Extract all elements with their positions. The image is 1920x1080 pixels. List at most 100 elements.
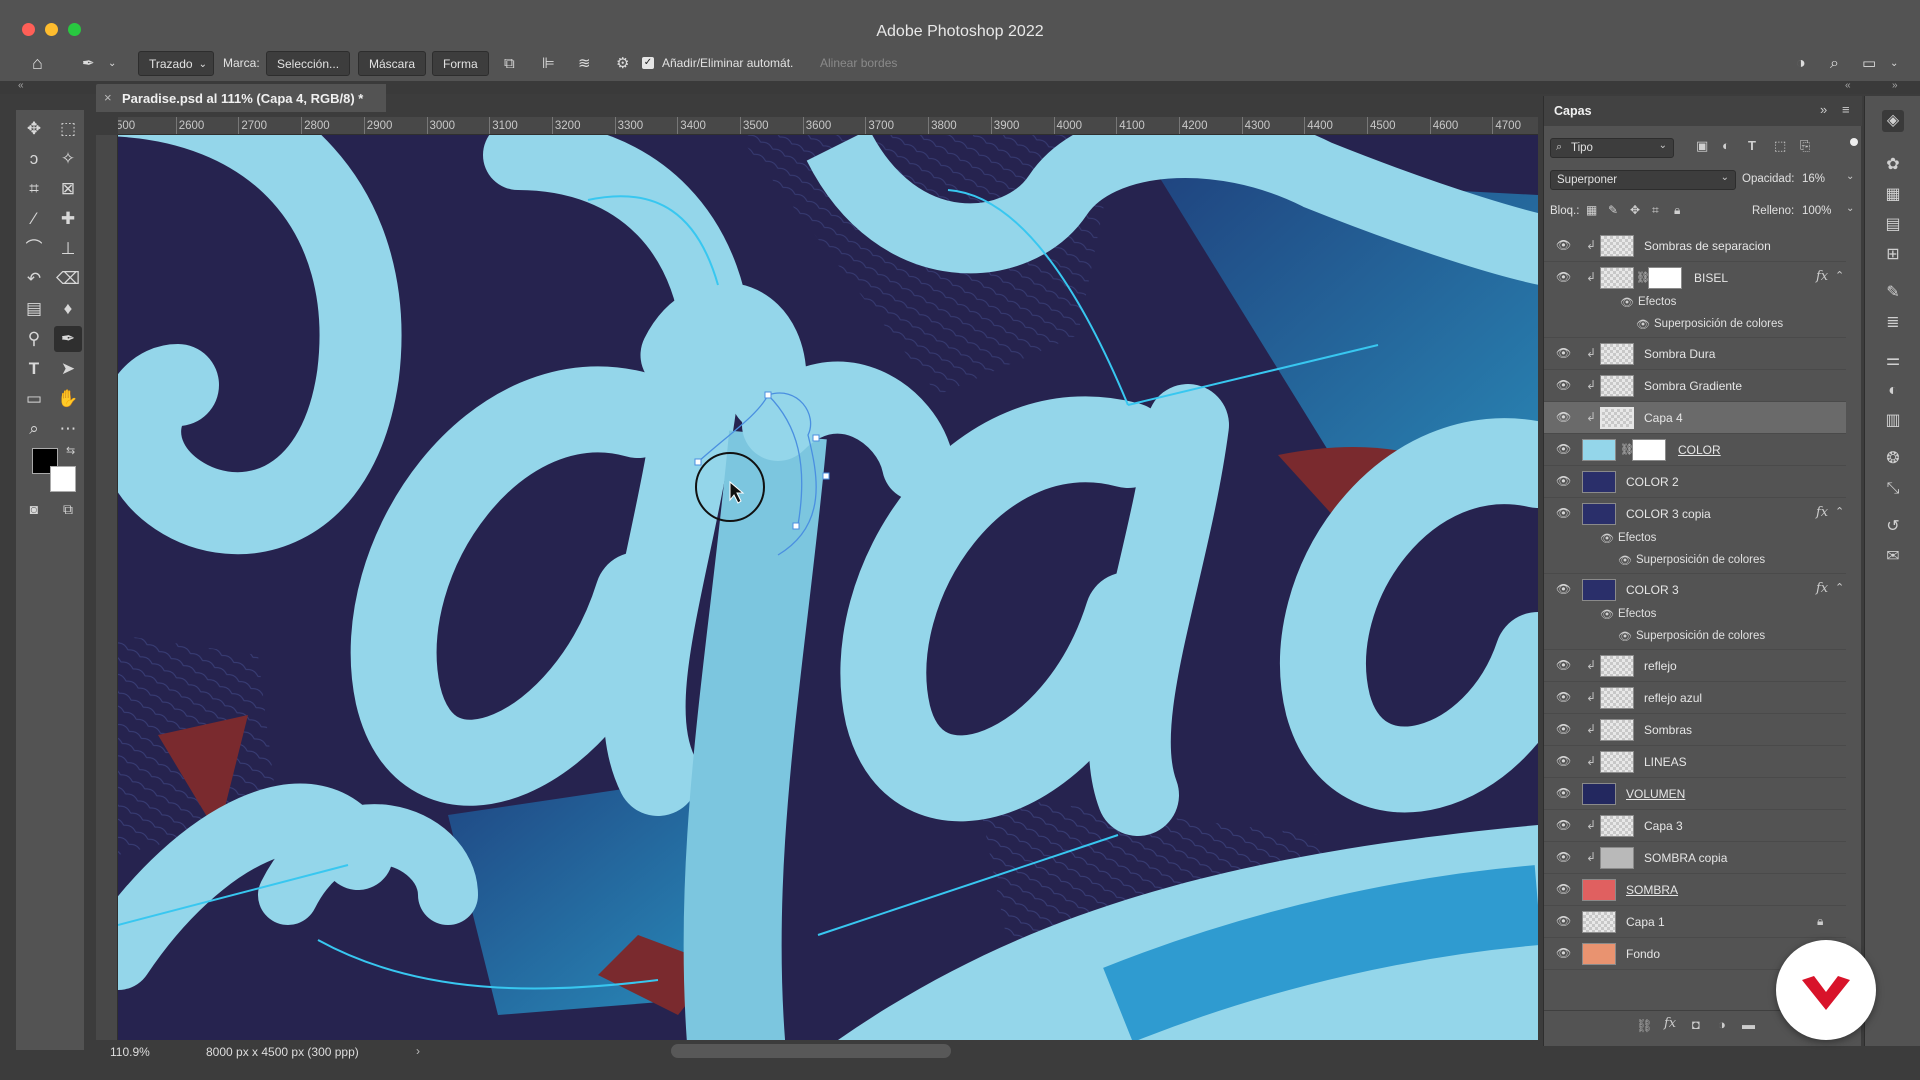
eye-icon[interactable]: 👁︎ xyxy=(1556,882,1571,896)
chevron-down-icon[interactable]: ⌄ xyxy=(108,51,116,76)
collapse-right-icon[interactable]: « xyxy=(1845,80,1851,91)
layers-icon[interactable]: ◈ xyxy=(1882,110,1904,132)
quick-mask-icon[interactable]: ◙ xyxy=(20,496,48,522)
layer-row[interactable]: 👁︎ ↲ reflejo azul xyxy=(1544,682,1846,714)
fill-value[interactable]: 100% xyxy=(1802,205,1831,217)
shape-button[interactable]: Forma xyxy=(432,51,489,76)
eye-icon[interactable]: 👁︎ xyxy=(1556,914,1571,928)
chevron-up-icon[interactable]: ⌃ xyxy=(1835,581,1844,594)
collapse-left-icon[interactable]: « xyxy=(18,80,24,91)
effect-item[interactable]: 👁︎ Superposición de colores xyxy=(1544,314,1846,338)
eye-icon[interactable]: 👁︎ xyxy=(1556,658,1571,672)
brush-tool-icon[interactable]: ⌒ xyxy=(20,236,48,262)
panel-menu-icon[interactable]: ≡ xyxy=(1842,102,1850,117)
layer-row[interactable]: 👁︎ COLOR 3 copia fx ⌃ xyxy=(1544,498,1846,528)
eye-icon[interactable]: 👁︎ xyxy=(1556,346,1571,360)
filter-smart-object-icon[interactable]: ⎘ xyxy=(1800,138,1810,154)
eye-icon[interactable]: 👁︎ xyxy=(1556,690,1571,704)
path-alignment-icon[interactable]: ⊫ xyxy=(542,51,555,76)
type-tool-icon[interactable]: T xyxy=(20,356,48,382)
fx-icon[interactable]: fx xyxy=(1816,581,1828,596)
layer-row[interactable]: 👁︎ COLOR 2 xyxy=(1544,466,1846,498)
screen-mode-icon[interactable]: ⧉ xyxy=(54,496,82,522)
layer-row-selected[interactable]: 👁︎ ↲ Capa 4 xyxy=(1544,402,1846,434)
blend-mode-select[interactable]: Superponer ⌄ xyxy=(1550,170,1736,190)
marquee-tool-icon[interactable]: ⬚ xyxy=(54,116,82,142)
gradients-icon[interactable]: ▤ xyxy=(1882,214,1904,236)
layer-row[interactable]: 👁︎ COLOR 3 fx ⌃ xyxy=(1544,574,1846,604)
layer-row[interactable]: 👁︎ ↲ reflejo xyxy=(1544,650,1846,682)
home-icon[interactable]: ⌂ xyxy=(32,51,43,76)
paths-icon[interactable]: ⤡ xyxy=(1882,478,1904,500)
effects-group[interactable]: 👁︎ Efectos xyxy=(1544,292,1846,314)
layer-row[interactable]: 👁︎ ↲ SOMBRA copia xyxy=(1544,842,1846,874)
adjustments-icon[interactable]: ⚌ xyxy=(1882,350,1904,372)
properties-icon[interactable]: ◐ xyxy=(1882,380,1904,402)
chevron-down-icon[interactable]: ⌄ xyxy=(1846,203,1854,214)
effects-group[interactable]: 👁︎ Efectos xyxy=(1544,528,1846,550)
move-tool-icon[interactable]: ✥ xyxy=(20,116,48,142)
pen-tool-icon[interactable]: ✒ xyxy=(82,51,95,76)
effect-item[interactable]: 👁︎ Superposición de colores xyxy=(1544,550,1846,574)
folder-icon[interactable]: ▬ xyxy=(1742,1017,1755,1032)
eye-icon[interactable]: 👁︎ xyxy=(1636,318,1650,331)
layer-row[interactable]: 👁︎ SOMBRA xyxy=(1544,874,1846,906)
fx-icon[interactable]: fx xyxy=(1816,505,1828,520)
layer-row[interactable]: 👁︎ VOLUMEN xyxy=(1544,778,1846,810)
eye-icon[interactable]: 👁︎ xyxy=(1620,296,1634,309)
filter-pixel-icon[interactable]: ▣ xyxy=(1696,138,1708,154)
zoom-tool-icon[interactable]: ⌕ xyxy=(20,416,48,442)
layer-row[interactable]: 👁︎ ↲ Capa 3 xyxy=(1544,810,1846,842)
eraser-tool-icon[interactable]: ⌫ xyxy=(54,266,82,292)
history-icon[interactable]: ↺ xyxy=(1882,516,1904,538)
eyedropper-icon[interactable]: ⁄ xyxy=(20,206,48,232)
eye-icon[interactable]: 👁︎ xyxy=(1618,630,1632,643)
eye-icon[interactable]: 👁︎ xyxy=(1600,532,1614,545)
share-icon[interactable]: ◑ xyxy=(1796,51,1806,76)
document-canvas[interactable] xyxy=(118,135,1538,1040)
eye-icon[interactable]: 👁︎ xyxy=(1556,506,1571,520)
blur-tool-icon[interactable]: ♦ xyxy=(54,296,82,322)
eye-icon[interactable]: 👁︎ xyxy=(1556,378,1571,392)
libraries-icon[interactable]: ▥ xyxy=(1882,410,1904,432)
layer-row[interactable]: 👁︎ ↲ LINEAS xyxy=(1544,746,1846,778)
filter-adjustment-icon[interactable]: ◐ xyxy=(1722,138,1730,153)
effects-group[interactable]: 👁︎ Efectos xyxy=(1544,604,1846,626)
status-menu-arrow[interactable]: › xyxy=(416,1044,420,1058)
eye-icon[interactable]: 👁︎ xyxy=(1618,554,1632,567)
zoom-level[interactable]: 110.9% xyxy=(110,1045,150,1059)
brushes-icon[interactable]: ✎ xyxy=(1882,282,1904,304)
healing-brush-icon[interactable]: ✚ xyxy=(54,206,82,232)
lock-move-icon[interactable]: ✥ xyxy=(1630,203,1640,217)
layer-row[interactable]: 👁︎ ↲ Sombra Dura xyxy=(1544,338,1846,370)
chevron-down-icon[interactable]: ⌄ xyxy=(1846,171,1854,182)
layer-row[interactable]: 👁︎ ↲ Sombra Gradiente xyxy=(1544,370,1846,402)
hand-tool-icon[interactable]: ✋ xyxy=(54,386,82,412)
path-mode-select[interactable]: Trazado ⌄ xyxy=(138,51,214,76)
chevron-up-icon[interactable]: ⌃ xyxy=(1835,269,1844,282)
lock-artboard-icon[interactable]: ⌗ xyxy=(1652,203,1659,218)
frame-tool-icon[interactable]: ⊠ xyxy=(54,176,82,202)
document-tab[interactable]: × Paradise.psd al 111% (Capa 4, RGB/8) * xyxy=(96,84,386,112)
eye-icon[interactable]: 👁︎ xyxy=(1556,786,1571,800)
crop-tool-icon[interactable]: ⌗ xyxy=(20,176,48,202)
align-edges-label[interactable]: Alinear bordes xyxy=(820,51,897,76)
comments-icon[interactable]: ✉ xyxy=(1882,546,1904,568)
expand-right-icon[interactable]: » xyxy=(1892,80,1898,91)
eye-icon[interactable]: 👁︎ xyxy=(1556,270,1571,284)
filter-kind-select[interactable]: ⌕ Tipo ⌄ xyxy=(1550,138,1674,158)
path-selection-icon[interactable]: ➤ xyxy=(54,356,82,382)
brush-settings-icon[interactable]: ≣ xyxy=(1882,312,1904,334)
effect-item[interactable]: 👁︎ Superposición de colores xyxy=(1544,626,1846,650)
eye-icon[interactable]: 👁︎ xyxy=(1556,474,1571,488)
eye-icon[interactable]: 👁︎ xyxy=(1556,722,1571,736)
layer-row[interactable]: 👁︎ ⛓︎ COLOR xyxy=(1544,434,1846,466)
eye-icon[interactable]: 👁︎ xyxy=(1556,442,1571,456)
swatches-icon[interactable]: ▦ xyxy=(1882,184,1904,206)
dodge-tool-icon[interactable]: ⚲ xyxy=(20,326,48,352)
eye-icon[interactable]: 👁︎ xyxy=(1600,608,1614,621)
rectangle-tool-icon[interactable]: ▭ xyxy=(20,386,48,412)
lock-transparent-icon[interactable]: ▦ xyxy=(1586,203,1597,217)
stamp-tool-icon[interactable]: ⊥ xyxy=(54,236,82,262)
search-icon[interactable]: ⌕ xyxy=(1830,51,1839,76)
